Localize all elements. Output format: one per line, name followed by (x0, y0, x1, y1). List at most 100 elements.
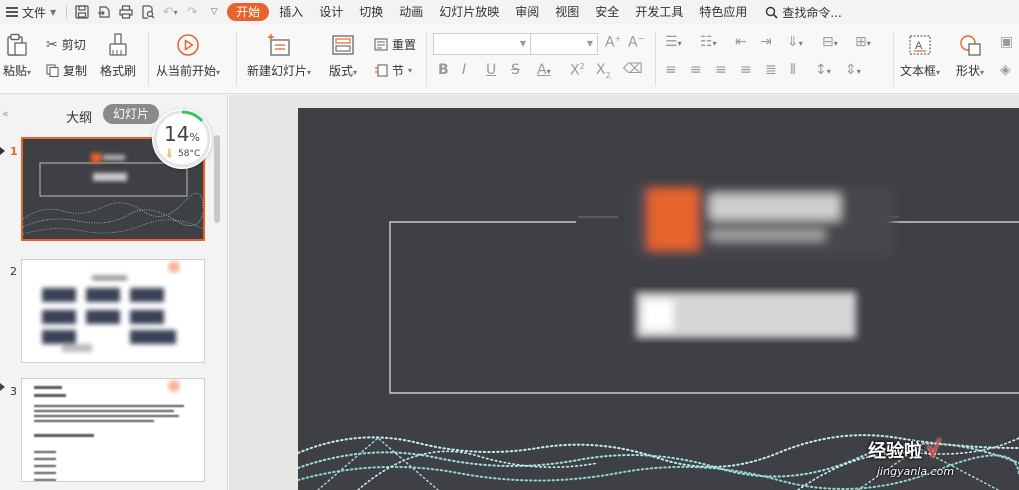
thermometer-icon: 🌡 (163, 149, 176, 159)
align-left-icon[interactable]: ≡ (665, 62, 677, 78)
tab-insert[interactable]: 插入 (271, 0, 311, 24)
superscript-icon[interactable]: X2 (570, 62, 585, 79)
distribute-icon[interactable]: ≣ (765, 62, 777, 78)
section-label: 节 (392, 64, 405, 78)
justify-icon[interactable]: ≡ (740, 62, 752, 78)
slide-marker-icon (0, 383, 5, 391)
divider (426, 32, 427, 86)
slide-thumbnail-3-preview (22, 379, 204, 481)
redo-icon[interactable]: ↷ (181, 0, 203, 24)
print-icon[interactable] (115, 0, 137, 24)
section-button[interactable]: 节 ▾ (374, 62, 412, 79)
reset-button[interactable]: 重置 (374, 36, 416, 53)
tab-view[interactable]: 视图 (547, 0, 587, 24)
subscript-icon[interactable]: X2 (596, 62, 611, 80)
paste-button[interactable]: 粘贴▾ (3, 32, 31, 79)
strikethrough-icon[interactable]: S (511, 62, 520, 78)
format-painter-label: 格式刷 (100, 64, 137, 78)
tab-developer[interactable]: 开发工具 (627, 0, 691, 24)
format-painter-button[interactable]: 格式刷 (100, 32, 136, 79)
play-icon (175, 32, 201, 58)
temperature-value: 58°C (178, 149, 201, 159)
play-from-current-button[interactable]: 从当前开始▾ (156, 32, 220, 79)
divider (893, 32, 894, 86)
layout-icon (330, 32, 356, 58)
paste-label: 粘贴 (3, 64, 28, 78)
numbered-list-icon[interactable]: ☷▾ (700, 34, 717, 50)
align-text-icon[interactable]: ⊟▾ (822, 34, 838, 50)
cut-label: 剪切 (61, 38, 86, 52)
arrange-icon[interactable]: ◈ (1000, 62, 1011, 78)
shape-button[interactable]: 形状▾ (956, 32, 984, 79)
increase-indent-icon[interactable]: ⇥ (760, 34, 772, 50)
smartart-icon[interactable]: ⊞▾ (855, 34, 871, 50)
slide-thumbnail-2[interactable] (21, 259, 205, 363)
ribbon-home: 粘贴▾ ✂ 剪切 复制 格式刷 从当前开始▾ 新建幻灯片▾ 版式▾ 重置 节 ▾… (0, 24, 1019, 94)
line-spacing-icon[interactable]: ↕▾ (815, 62, 831, 78)
slide-number: 3 (10, 385, 17, 398)
shapes-icon (957, 32, 983, 58)
layout-button[interactable]: 版式▾ (329, 32, 357, 79)
divider (148, 32, 149, 86)
text-box-button[interactable]: A 文本框▾ (900, 32, 940, 79)
export-icon[interactable] (93, 0, 115, 24)
text-direction-icon[interactable]: ⇓▾ (787, 34, 803, 50)
tab-special-apps[interactable]: 特色应用 (691, 0, 755, 24)
tab-animations[interactable]: 动画 (391, 0, 431, 24)
tab-review[interactable]: 审阅 (507, 0, 547, 24)
copy-button[interactable]: 复制 (46, 62, 87, 79)
tab-design[interactable]: 设计 (311, 0, 351, 24)
print-preview-icon[interactable] (137, 0, 159, 24)
clear-format-icon[interactable]: ⌫ (623, 61, 643, 77)
tab-slides[interactable]: 幻灯片 (103, 104, 159, 124)
font-size-select[interactable]: ▼ (530, 33, 598, 55)
current-slide-canvas[interactable] (298, 108, 1019, 490)
decrease-font-icon[interactable]: A− (628, 34, 644, 51)
new-slide-button[interactable]: 新建幻灯片▾ (247, 32, 311, 79)
slide-thumbnail-3[interactable] (21, 378, 205, 482)
chevron-down-icon: ▼ (50, 7, 57, 17)
tab-transitions[interactable]: 切换 (351, 0, 391, 24)
watermark-main: 经验啦 (868, 441, 922, 462)
collapse-panel-icon[interactable]: « (2, 107, 9, 120)
bullet-list-icon[interactable]: ☰▾ (665, 34, 682, 50)
watermark: 经验啦 √ (868, 437, 941, 463)
panel-scrollbar[interactable] (214, 135, 220, 223)
command-search[interactable]: 查找命令... (755, 4, 842, 21)
underline-icon[interactable]: U (486, 62, 496, 78)
picture-icon[interactable]: ▣ (1000, 34, 1013, 50)
copy-icon (46, 64, 59, 77)
tab-home[interactable]: 开始 (227, 3, 270, 21)
italic-icon[interactable]: I (462, 62, 466, 78)
divider (236, 32, 237, 86)
quick-access-dropdown-icon[interactable]: ▽ (203, 0, 225, 24)
copy-label: 复制 (63, 64, 88, 78)
slide-number: 2 (10, 265, 17, 278)
file-menu[interactable]: 文件 ▼ (0, 0, 62, 24)
divider (655, 32, 656, 86)
increase-font-icon[interactable]: A+ (605, 34, 621, 51)
paragraph-spacing-icon[interactable]: ⇕▾ (845, 62, 861, 78)
undo-icon[interactable]: ↶ ▾ (159, 0, 181, 24)
align-center-icon[interactable]: ≡ (690, 62, 702, 78)
font-color-icon[interactable]: A▾ (537, 62, 551, 78)
bold-icon[interactable]: B (438, 62, 449, 78)
shape-label: 形状 (956, 64, 981, 78)
clipboard-icon (4, 32, 30, 58)
layout-label: 版式 (329, 64, 354, 78)
text-box-label: 文本框 (900, 64, 937, 78)
format-painter-icon (105, 32, 131, 58)
cut-button[interactable]: ✂ 剪切 (46, 36, 86, 53)
tab-security[interactable]: 安全 (587, 0, 627, 24)
decrease-indent-icon[interactable]: ⇤ (735, 34, 747, 50)
save-icon[interactable] (71, 0, 93, 24)
search-icon (766, 6, 778, 19)
reset-label: 重置 (392, 38, 417, 52)
play-from-current-label: 从当前开始 (156, 64, 217, 78)
columns-icon[interactable]: ⫴ (790, 62, 796, 78)
tab-slide-show[interactable]: 幻灯片放映 (431, 0, 507, 24)
performance-widget[interactable]: 14% 🌡 58°C (152, 109, 212, 169)
tab-outline[interactable]: 大纲 (66, 107, 92, 126)
align-right-icon[interactable]: ≡ (715, 62, 727, 78)
font-name-select[interactable]: ▼ (433, 33, 531, 55)
